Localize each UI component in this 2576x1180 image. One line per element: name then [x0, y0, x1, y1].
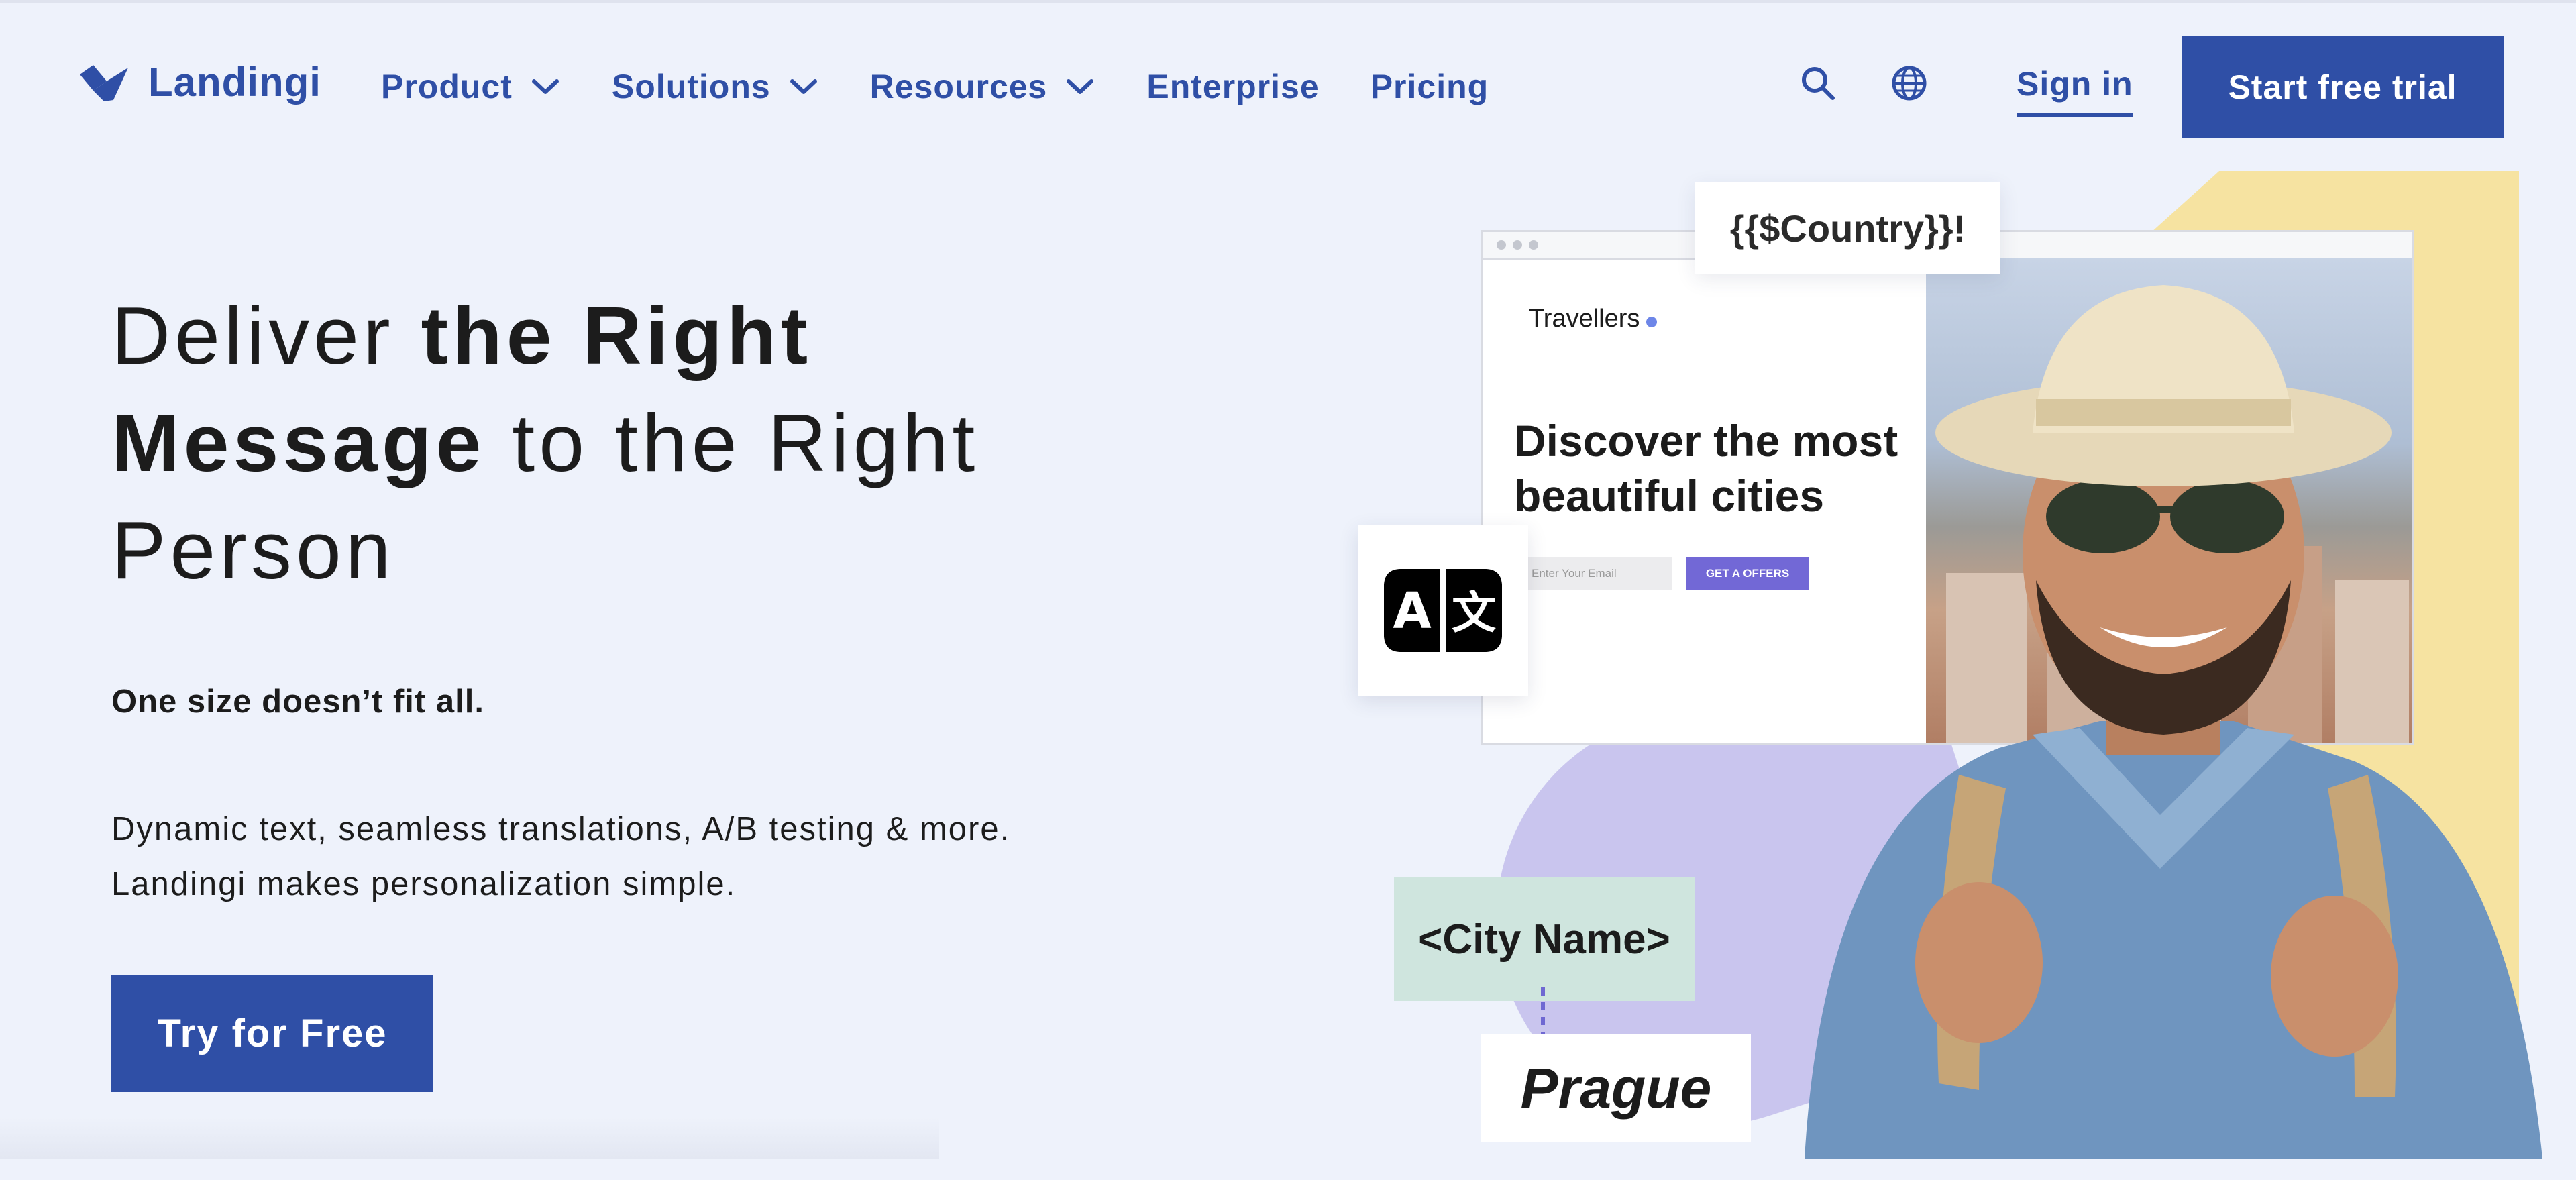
translate-icon: A 文 [1384, 569, 1502, 652]
chevron-down-icon [790, 79, 817, 94]
chevron-down-icon [1067, 79, 1094, 94]
nav-resources[interactable]: Resources [870, 67, 1096, 106]
traveler-photo [1805, 285, 2542, 1159]
headline-part-1: Deliver [111, 290, 421, 381]
window-dot [1497, 240, 1506, 250]
nav-enterprise[interactable]: Enterprise [1146, 67, 1319, 106]
mockup-brand-text: Travellers [1529, 305, 1640, 333]
nav-pricing[interactable]: Pricing [1371, 67, 1489, 106]
logo[interactable]: Landingi [77, 59, 321, 105]
logo-text: Landingi [148, 60, 321, 105]
globe-icon[interactable] [1889, 63, 1929, 103]
main-menu: Product Solutions Resources Enterprise P… [381, 67, 1540, 106]
top-navigation: Landingi Product Solutions Resources Ent… [0, 0, 2576, 141]
nav-resources-label: Resources [869, 68, 1048, 105]
chevron-down-icon [531, 79, 559, 94]
landingi-logo-icon [80, 64, 128, 101]
description-line-1: Dynamic text, seamless translations, A/B… [111, 811, 1011, 847]
nav-solutions-label: Solutions [611, 68, 771, 105]
country-variable-tag: {{$Country}}! [1695, 182, 2000, 274]
description-line-2: Landingi makes personalization simple. [111, 866, 737, 902]
mockup-email-input: Enter Your Email [1525, 557, 1672, 590]
brand-dot-icon [1646, 316, 1658, 327]
sign-in-link[interactable]: Sign in [2017, 64, 2133, 117]
nav-product[interactable]: Product [381, 67, 561, 106]
mockup-brand: Travellers [1529, 305, 1658, 333]
try-for-free-button[interactable]: Try for Free [111, 975, 433, 1092]
nav-enterprise-label: Enterprise [1146, 68, 1320, 105]
hero-headline: Deliver the Right Message to the Right P… [111, 282, 1118, 604]
window-dot [1513, 240, 1522, 250]
nav-product-label: Product [381, 68, 513, 105]
nav-pricing-label: Pricing [1370, 68, 1489, 105]
hero-description: Dynamic text, seamless translations, A/B… [111, 802, 1252, 912]
nav-solutions[interactable]: Solutions [612, 67, 819, 106]
window-dot [1529, 240, 1538, 250]
svg-text:文: 文 [1452, 587, 1496, 639]
search-icon[interactable] [1798, 63, 1838, 103]
start-free-trial-button[interactable]: Start free trial [2182, 36, 2504, 138]
bottom-shadow [0, 1117, 939, 1159]
city-result-card: Prague [1481, 1034, 1751, 1142]
hero-tagline: One size doesn’t fit all. [111, 684, 484, 720]
translate-card: A 文 [1358, 525, 1528, 696]
city-name-variable-tag: <City Name> [1394, 877, 1695, 1001]
svg-text:A: A [1393, 582, 1431, 640]
